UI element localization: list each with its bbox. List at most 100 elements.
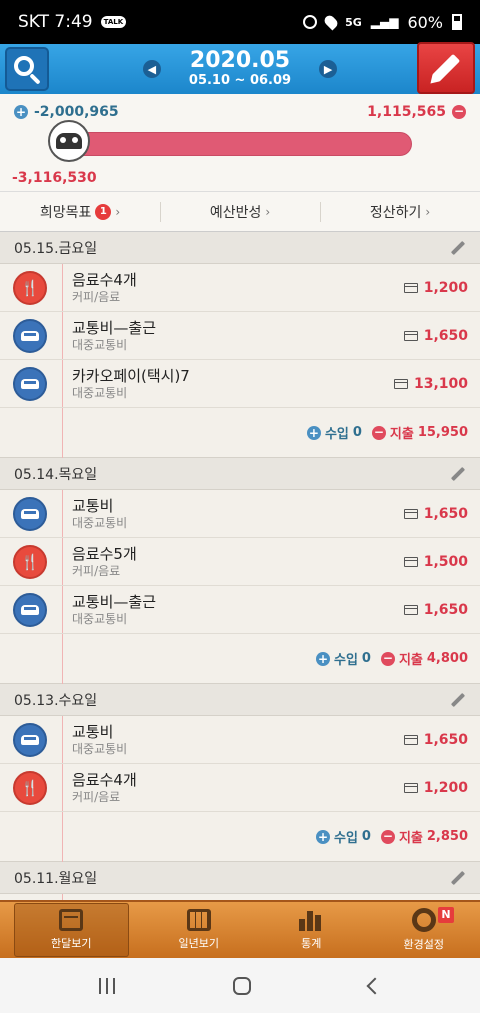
crying-mascot-icon	[48, 120, 90, 162]
chevron-right-icon: ›	[425, 204, 431, 219]
transaction-list[interactable]: 05.15.금요일 🍴 음료수4개 커피/음료 1,200 교통비—출근 대중교통비…	[0, 232, 480, 900]
carrier-time: SKT 7:49	[18, 12, 93, 32]
plus-circle-icon: +	[315, 651, 330, 666]
day-header: 05.14.목요일	[0, 458, 480, 490]
next-month-button[interactable]: ▶	[319, 60, 338, 78]
item-category: 대중교통비	[72, 742, 128, 756]
date-range: 05.10 ~ 06.09	[188, 73, 292, 88]
day-header: 05.11.월요일	[0, 862, 480, 894]
tab-label: 통계	[301, 937, 322, 950]
car-icon	[13, 366, 47, 401]
tab-budget-review[interactable]: 예산반성 ›	[160, 192, 320, 231]
battery-percent: 60%	[407, 12, 443, 32]
expense-value: 4,800	[426, 651, 468, 666]
expense-label: 지출	[389, 427, 414, 442]
chevron-right-icon: ›	[115, 204, 121, 219]
item-title: 음료수4개	[72, 771, 137, 789]
income-value: 0	[352, 425, 362, 440]
tab-yearly-view[interactable]: 일년보기	[143, 903, 256, 957]
income-value: 0	[361, 829, 371, 844]
tab-settlement[interactable]: 정산하기 ›	[320, 192, 480, 231]
location-icon	[322, 13, 340, 31]
home-icon[interactable]	[233, 976, 251, 995]
expense-value: 15,950	[417, 425, 468, 440]
item-title: 카카오페이(택시)7	[72, 367, 190, 385]
status-bar: SKT 7:49 TALK 5G ▂▄▆ 60%	[0, 0, 480, 44]
app-header: ◀ 2020.05 05.10 ~ 06.09 ▶	[0, 42, 480, 94]
list-item[interactable]: 🍴 음료수5개 커피/음료 1,500	[0, 538, 480, 586]
month-selector[interactable]: 2020.05 05.10 ~ 06.09	[189, 49, 291, 89]
item-category: 대중교통비	[72, 386, 128, 400]
item-category: 커피/음료	[72, 564, 121, 578]
item-category: 대중교통비	[72, 612, 128, 626]
food-icon: 🍴	[13, 544, 47, 579]
list-item[interactable]: 교통비—출근 대중교통비 1,650	[0, 312, 480, 360]
card-icon	[403, 330, 418, 341]
tab-settings[interactable]: N 환경설정	[368, 903, 480, 957]
list-item[interactable]: 교통비—출근 대중교통비 1,650	[0, 586, 480, 634]
item-amount: 1,200	[423, 779, 468, 796]
list-item[interactable]: 카카오페이(택시)7 대중교통비 13,100	[0, 360, 480, 408]
calendar-icon	[59, 909, 84, 931]
income-label: 수입	[324, 427, 349, 442]
item-category: 대중교통비	[72, 338, 128, 352]
gear-icon	[411, 908, 436, 932]
tab-budget-review-label: 예산반성	[209, 204, 262, 221]
network-type: 5G	[345, 15, 362, 29]
chevron-right-icon: ▶	[323, 62, 333, 76]
day-summary: + 수입 0 − 지출 2,850	[0, 812, 480, 862]
list-item[interactable]: 교통비 대중교통비 1,650	[0, 490, 480, 538]
bottom-tab-bar: 한달보기 일년보기 통계 N 환경설정	[0, 900, 480, 958]
item-category: 커피/음료	[72, 790, 121, 804]
item-title: 교통비	[72, 723, 114, 741]
search-button[interactable]	[5, 47, 49, 91]
income-total-value: -2,000,965	[34, 104, 119, 120]
talk-notification-icon: TALK	[100, 16, 127, 28]
plus-circle-icon: +	[315, 829, 330, 844]
income-value: 0	[361, 651, 371, 666]
item-category: 대중교통비	[72, 516, 128, 530]
tab-label: 환경설정	[403, 938, 444, 951]
back-icon[interactable]	[366, 977, 384, 994]
day-header: 05.15.금요일	[0, 232, 480, 264]
item-amount: 1,650	[423, 505, 468, 522]
tab-label: 일년보기	[178, 937, 219, 950]
item-title: 교통비—출근	[72, 593, 157, 611]
expense-label: 지출	[398, 831, 423, 846]
minus-circle-icon: −	[452, 104, 466, 119]
recent-apps-icon[interactable]	[99, 977, 115, 994]
card-icon	[393, 378, 408, 389]
pencil-icon[interactable]	[450, 240, 466, 255]
pencil-icon	[431, 53, 461, 83]
item-amount: 1,650	[423, 731, 468, 748]
chevron-right-icon: ›	[265, 204, 271, 219]
list-item[interactable]: 교통비 대중교통비 1,650	[0, 716, 480, 764]
pencil-icon[interactable]	[450, 870, 466, 885]
card-icon	[403, 556, 418, 567]
calendar-grid-icon	[186, 909, 211, 931]
tab-monthly-view[interactable]: 한달보기	[14, 903, 129, 957]
prev-month-button[interactable]: ◀	[142, 60, 161, 78]
expense-total: 1,115,565 −	[367, 104, 466, 120]
card-icon	[403, 508, 418, 519]
card-icon	[403, 782, 418, 793]
sub-tabs: 희망목표 1 › 예산반성 › 정산하기 ›	[0, 192, 480, 232]
write-entry-button[interactable]	[417, 42, 475, 94]
list-item[interactable]: 🍴 음료수4개 커피/음료 1,200	[0, 764, 480, 812]
pencil-icon[interactable]	[450, 466, 466, 481]
item-title: 교통비	[72, 497, 114, 515]
income-label: 수입	[333, 831, 358, 846]
day-date: 05.11.월요일	[14, 870, 98, 887]
item-category: 커피/음료	[72, 290, 121, 304]
tab-goal[interactable]: 희망목표 1 ›	[0, 192, 160, 231]
tab-settlement-label: 정산하기	[369, 204, 422, 221]
tab-statistics[interactable]: 통계	[255, 903, 368, 957]
pencil-icon[interactable]	[450, 692, 466, 707]
plus-circle-icon: +	[14, 105, 28, 119]
goal-badge: 1	[95, 203, 112, 220]
list-item[interactable]: 🍴 음료수4개 커피/음료 1,200	[0, 264, 480, 312]
item-amount: 13,100	[413, 375, 468, 392]
item-title: 교통비—출근	[72, 319, 157, 337]
budget-progress-bar	[62, 132, 412, 156]
signal-icon: ▂▄▆	[370, 15, 399, 29]
